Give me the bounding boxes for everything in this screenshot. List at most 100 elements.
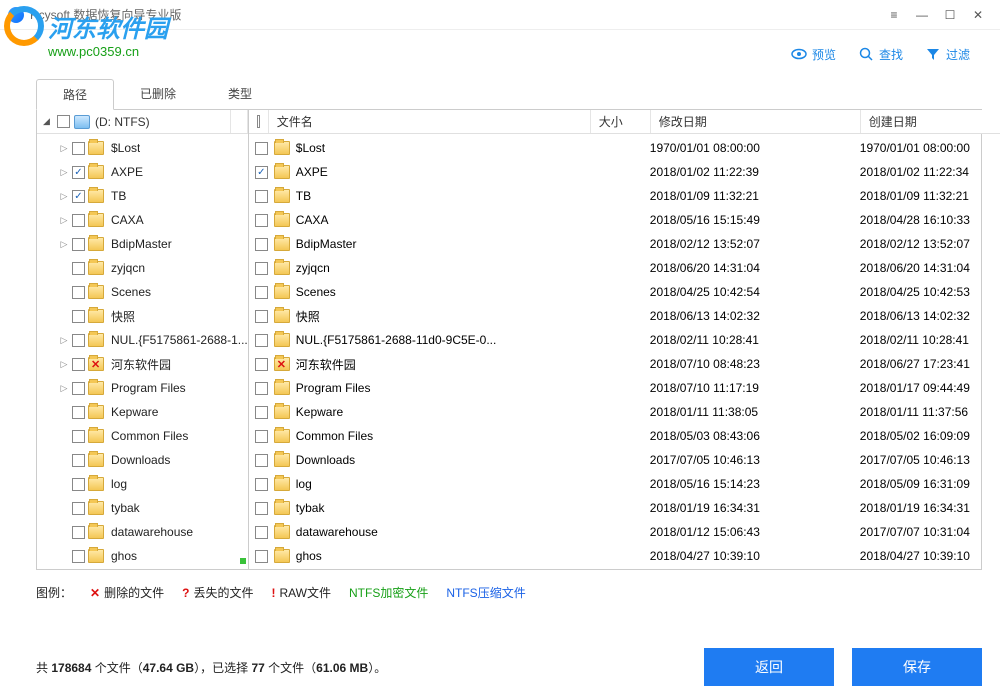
row-checkbox[interactable] xyxy=(255,430,268,443)
tree-checkbox[interactable] xyxy=(72,286,85,299)
row-checkbox[interactable] xyxy=(255,358,268,371)
row-checkbox[interactable] xyxy=(255,238,268,251)
tree-checkbox[interactable] xyxy=(72,526,85,539)
list-row[interactable]: TB2018/01/09 11:32:212018/01/09 11:32:21 xyxy=(249,184,1000,208)
expand-icon[interactable]: ▷ xyxy=(59,383,69,394)
list-row[interactable]: NUL.{F5175861-2688-11d0-9C5E-0...2018/02… xyxy=(249,328,1000,352)
tree-checkbox[interactable] xyxy=(72,166,85,179)
col-filename[interactable]: 文件名 xyxy=(269,110,591,133)
search-button[interactable]: 查找 xyxy=(858,46,903,63)
list-checkall[interactable] xyxy=(257,115,260,128)
list-row[interactable]: Kepware2018/01/11 11:38:052018/01/11 11:… xyxy=(249,400,1000,424)
list-row[interactable]: zyjqcn2018/06/20 14:31:042018/06/20 14:3… xyxy=(249,256,1000,280)
tree-item[interactable]: Scenes xyxy=(37,280,248,304)
tree-item[interactable]: 快照 xyxy=(37,304,248,328)
tree-checkbox[interactable] xyxy=(72,406,85,419)
tree-item[interactable]: ▷BdipMaster xyxy=(37,232,248,256)
expand-icon[interactable]: ▷ xyxy=(59,191,69,202)
tree-item[interactable]: ▷河东软件园 xyxy=(37,352,248,376)
row-checkbox[interactable] xyxy=(255,406,268,419)
tab-path[interactable]: 路径 xyxy=(36,79,114,110)
tree-item[interactable]: ▷TB xyxy=(37,184,248,208)
row-checkbox[interactable] xyxy=(255,142,268,155)
tree-root-label[interactable]: (D: NTFS) xyxy=(95,115,150,129)
tree-item[interactable]: log xyxy=(37,472,248,496)
tree-checkbox[interactable] xyxy=(72,238,85,251)
tree-checkbox[interactable] xyxy=(72,262,85,275)
expand-icon[interactable]: ▷ xyxy=(59,167,69,178)
row-checkbox[interactable] xyxy=(255,286,268,299)
list-row[interactable]: CAXA2018/05/16 15:15:492018/04/28 16:10:… xyxy=(249,208,1000,232)
expand-icon[interactable]: ▷ xyxy=(59,335,69,346)
tree-checkbox[interactable] xyxy=(72,430,85,443)
list-row[interactable]: BdipMaster2018/02/12 13:52:072018/02/12 … xyxy=(249,232,1000,256)
row-checkbox[interactable] xyxy=(255,310,268,323)
list-row[interactable]: datawarehouse2018/01/12 15:06:432017/07/… xyxy=(249,520,1000,544)
back-button[interactable]: 返回 xyxy=(704,648,834,686)
tree-checkbox[interactable] xyxy=(72,310,85,323)
tree-item[interactable]: ▷AXPE xyxy=(37,160,248,184)
row-checkbox[interactable] xyxy=(255,454,268,467)
row-checkbox[interactable] xyxy=(255,262,268,275)
tree-checkbox[interactable] xyxy=(72,382,85,395)
row-checkbox[interactable] xyxy=(255,190,268,203)
expand-icon[interactable]: ▷ xyxy=(59,215,69,226)
tree-item[interactable]: datawarehouse xyxy=(37,520,248,544)
list-row[interactable]: Common Files2018/05/03 08:43:062018/05/0… xyxy=(249,424,1000,448)
list-row[interactable]: Scenes2018/04/25 10:42:542018/04/25 10:4… xyxy=(249,280,1000,304)
tree-item[interactable]: zyjqcn xyxy=(37,256,248,280)
tab-deleted[interactable]: 已删除 xyxy=(114,79,202,110)
tree-checkbox[interactable] xyxy=(72,334,85,347)
preview-button[interactable]: 预览 xyxy=(791,46,836,63)
tree-checkbox[interactable] xyxy=(72,214,85,227)
list-row[interactable]: Downloads2017/07/05 10:46:132017/07/05 1… xyxy=(249,448,1000,472)
tree-checkbox[interactable] xyxy=(72,454,85,467)
tree-item[interactable]: ▷CAXA xyxy=(37,208,248,232)
list-row[interactable]: 河东软件园2018/07/10 08:48:232018/06/27 17:23… xyxy=(249,352,1000,376)
tree-checkbox[interactable] xyxy=(72,190,85,203)
tree-checkbox[interactable] xyxy=(72,478,85,491)
row-checkbox[interactable] xyxy=(255,526,268,539)
tab-type[interactable]: 类型 xyxy=(202,79,278,110)
close-button[interactable]: ✕ xyxy=(964,1,992,29)
row-checkbox[interactable] xyxy=(255,166,268,179)
col-modified[interactable]: 修改日期 xyxy=(651,110,861,133)
row-checkbox[interactable] xyxy=(255,502,268,515)
tree-item[interactable]: tybak xyxy=(37,496,248,520)
tree-item[interactable]: Downloads xyxy=(37,448,248,472)
minimize-button[interactable]: — xyxy=(908,1,936,29)
list-row[interactable]: tybak2018/01/19 16:34:312018/01/19 16:34… xyxy=(249,496,1000,520)
row-checkbox[interactable] xyxy=(255,550,268,563)
list-row[interactable]: log2018/05/16 15:14:232018/05/09 16:31:0… xyxy=(249,472,1000,496)
tree-root-checkbox[interactable] xyxy=(57,115,70,128)
list-row[interactable]: AXPE2018/01/02 11:22:392018/01/02 11:22:… xyxy=(249,160,1000,184)
save-button[interactable]: 保存 xyxy=(852,648,982,686)
tree-scroll-indicator[interactable] xyxy=(240,553,246,567)
list-row[interactable]: $Lost1970/01/01 08:00:001970/01/01 08:00… xyxy=(249,136,1000,160)
tree-item[interactable]: ghos xyxy=(37,544,248,568)
collapse-icon[interactable]: ◢ xyxy=(43,116,53,127)
row-checkbox[interactable] xyxy=(255,478,268,491)
row-checkbox[interactable] xyxy=(255,334,268,347)
tree-item[interactable]: Kepware xyxy=(37,400,248,424)
tree-item[interactable]: Common Files xyxy=(37,424,248,448)
list-row[interactable]: Program Files2018/07/10 11:17:192018/01/… xyxy=(249,376,1000,400)
tree-checkbox[interactable] xyxy=(72,550,85,563)
menu-button[interactable]: ≡ xyxy=(880,1,908,29)
col-size[interactable]: 大小 xyxy=(591,110,651,133)
maximize-button[interactable]: ☐ xyxy=(936,1,964,29)
filter-button[interactable]: 过滤 xyxy=(925,46,970,63)
list-body[interactable]: $Lost1970/01/01 08:00:001970/01/01 08:00… xyxy=(249,134,1000,569)
row-checkbox[interactable] xyxy=(255,214,268,227)
expand-icon[interactable]: ▷ xyxy=(59,239,69,250)
tree-header-indicator[interactable] xyxy=(231,110,248,133)
tree-body[interactable]: ▷$Lost▷AXPE▷TB▷CAXA▷BdipMasterzyjqcnScen… xyxy=(37,134,248,569)
tree-item[interactable]: ▷NUL.{F5175861-2688-1... xyxy=(37,328,248,352)
list-row[interactable]: ghos2018/04/27 10:39:102018/04/27 10:39:… xyxy=(249,544,1000,568)
tree-item[interactable]: ▷Program Files xyxy=(37,376,248,400)
tree-checkbox[interactable] xyxy=(72,142,85,155)
expand-icon[interactable]: ▷ xyxy=(59,143,69,154)
tree-checkbox[interactable] xyxy=(72,358,85,371)
col-created[interactable]: 创建日期 xyxy=(861,110,1000,133)
tree-checkbox[interactable] xyxy=(72,502,85,515)
